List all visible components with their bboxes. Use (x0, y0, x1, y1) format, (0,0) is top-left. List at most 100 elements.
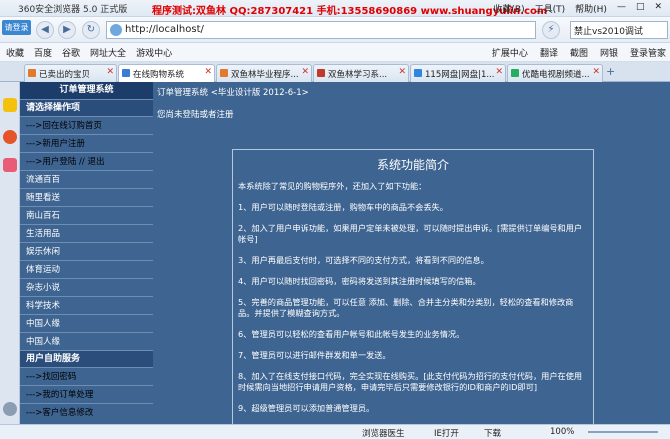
fav-url-directory[interactable]: 网址大全 (90, 46, 126, 59)
fav-baidu[interactable]: 百度 (34, 46, 52, 59)
menu-help[interactable]: 帮助(H) (573, 1, 609, 16)
nav-item-home[interactable]: --->回在线订购首页 (20, 116, 153, 134)
online-banking[interactable]: 网银 (600, 46, 618, 59)
intro-paragraph: 9、超级管理员可以添加普通管理员。 (238, 403, 375, 413)
lightning-icon: ⚡ (547, 24, 555, 35)
nav-category[interactable]: 南山百石 (20, 206, 153, 224)
tab-bar: 已卖出的宝贝 ✕ 在线购物系统 ✕ 双鱼林毕业程序... ✕ 双鱼林学习系... ✕ 1… (0, 62, 670, 83)
nav-section-self-service: 用户自助服务 (20, 350, 153, 367)
extension-center[interactable]: 扩展中心 (492, 46, 528, 59)
gear-icon[interactable] (3, 402, 17, 416)
login-hint: 您尚未登陆或者注册 (157, 110, 234, 120)
nav-header: 订单管理系统 (20, 82, 153, 99)
tab-favicon-icon (317, 69, 325, 77)
search-input[interactable]: 禁止vs2010调试 (570, 21, 668, 39)
intro-paragraph: 7、管理员可以进行邮件群发和单一发送。 (238, 350, 391, 360)
nav-category[interactable]: 杂志小说 (20, 278, 153, 296)
intro-paragraph: 6、管理员可以轻松的查看用户帐号和此帐号发生的业务情况。 (238, 329, 465, 339)
tab-graduation-program[interactable]: 双鱼林毕业程序... ✕ (216, 64, 312, 82)
tab-favicon-icon (220, 69, 228, 77)
tab-favicon-icon (511, 69, 519, 77)
intro-paragraph: 本系统除了常见的购物程序外，还加入了如下功能： (238, 181, 427, 191)
nav-category[interactable]: 中国人缘 (20, 314, 153, 332)
status-bar: 浏览器医生 IE打开 下载 100% (0, 424, 670, 439)
page-breadcrumb: 订单管理系统 <毕业设计版 2012-6-1> (157, 88, 309, 98)
close-tab-icon[interactable]: ✕ (398, 67, 406, 77)
fav-collect[interactable]: 收藏 (6, 46, 24, 59)
zoom-slider[interactable] (588, 431, 658, 433)
nav-category[interactable]: 娱乐休闲 (20, 242, 153, 260)
refresh-icon: ↻ (86, 24, 96, 35)
intro-panel: 系统功能简介 本系统除了常见的购物程序外，还加入了如下功能： 1、用户可以随时登… (232, 149, 594, 424)
menu-tools[interactable]: 工具(T) (533, 1, 568, 16)
tab-favicon-icon (414, 69, 422, 77)
maximize-button[interactable]: □ (634, 1, 647, 16)
translate[interactable]: 翻译 (540, 46, 558, 59)
main-area: 订单管理系统 <毕业设计版 2012-6-1> 您尚未登陆或者注册 系统功能简介… (153, 82, 670, 424)
browser-doctor[interactable]: 浏览器医生 (362, 427, 405, 439)
nav-item-register[interactable]: --->新用户注册 (20, 134, 153, 152)
intro-paragraph: 2、加入了用户申诉功能，如果用户定单未被处理，可以随时提出申诉。[需提供订单编号… (238, 223, 583, 244)
mail-icon[interactable] (3, 158, 17, 172)
nav-category[interactable]: 随里看送 (20, 188, 153, 206)
nav-category[interactable]: 流通百百 (20, 170, 153, 188)
minimize-button[interactable]: — (615, 1, 628, 16)
login-button[interactable]: 请登录 (2, 20, 31, 35)
tab-favicon-icon (28, 69, 36, 77)
fav-google[interactable]: 谷歌 (62, 46, 80, 59)
screenshot[interactable]: 截图 (570, 46, 588, 59)
intro-paragraph: 4、用户可以随时找回密码，密码将发送到其注册时候填写的信箱。 (238, 276, 481, 286)
nav-item-login-logout[interactable]: --->用户登陆 // 退出 (20, 152, 153, 170)
address-url: http://localhost/ (125, 24, 204, 35)
favorites-bar: 收藏 百度 谷歌 网址大全 游戏中心 扩展中心 翻译 截图 网银 登录管家 (0, 43, 670, 62)
nav-item-edit-profile[interactable]: --->客户信息修改 (20, 403, 153, 421)
home-button[interactable]: ⚡ (542, 21, 560, 39)
fav-game-center[interactable]: 游戏中心 (136, 46, 172, 59)
open-in-ie[interactable]: IE打开 (434, 427, 459, 439)
address-bar[interactable]: http://localhost/ (106, 21, 536, 39)
tab-sold-items[interactable]: 已卖出的宝贝 ✕ (24, 64, 117, 82)
intro-paragraph: 8、加入了在线支付接口代码，完全实现在线购买。[此支付代码为招行的支付代码，用户… (238, 371, 583, 392)
menu-bar: 收藏(B) 工具(T) 帮助(H) — □ ✕ (491, 1, 664, 16)
intro-paragraph: 3、用户再最后支付时，可选择不同的支付方式，将看到不同的信息。 (238, 255, 489, 265)
side-toolbar (0, 82, 20, 424)
nav-category[interactable]: 科学技术 (20, 296, 153, 314)
left-navigation: 订单管理系统 请选择操作项 --->回在线订购首页 --->新用户注册 --->… (20, 82, 153, 424)
nav-item-recover-password[interactable]: --->找回密码 (20, 367, 153, 385)
star-icon[interactable] (3, 98, 17, 112)
close-tab-icon[interactable]: ✕ (106, 67, 114, 77)
nav-section-operations: 请选择操作项 (20, 99, 153, 116)
tab-learning-system[interactable]: 双鱼林学习系... ✕ (313, 64, 409, 82)
weibo-icon[interactable] (3, 130, 17, 144)
close-tab-icon[interactable]: ✕ (592, 67, 600, 77)
forward-button[interactable]: ▶ (58, 21, 76, 39)
back-arrow-icon: ◀ (41, 24, 49, 35)
toolbar-right: 扩展中心 翻译 截图 网银 登录管家 (492, 46, 666, 59)
close-tab-icon[interactable]: ✕ (301, 67, 309, 77)
panel-body: 本系统除了常见的购物程序外，还加入了如下功能： 1、用户可以随时登陆或注册，购物… (238, 181, 585, 414)
menu-favorites[interactable]: 收藏(B) (491, 1, 526, 16)
panel-title: 系统功能简介 (376, 158, 449, 172)
title-bar: 360安全浏览器 5.0 正式版 程序测试:双鱼林 QQ:287307421 手… (0, 0, 670, 17)
tab-online-shopping[interactable]: 在线购物系统 ✕ (118, 64, 215, 83)
close-button[interactable]: ✕ (652, 1, 664, 16)
close-tab-icon[interactable]: ✕ (204, 67, 212, 77)
nav-category[interactable]: 中国人缘 (20, 332, 153, 350)
promo-text: 程序测试:双鱼林 QQ:287307421 手机:13558690869 www… (152, 6, 548, 17)
new-tab-button[interactable]: + (606, 65, 615, 78)
download-button[interactable]: 下载 (484, 427, 501, 439)
back-button[interactable]: ◀ (36, 21, 54, 39)
intro-paragraph: 5、完善的商品管理功能，可以任意 添加、删除、合并主分类和分类别，轻松的查看和修… (238, 297, 574, 318)
intro-paragraph: 1、用户可以随时登陆或注册，购物车中的商品不会丢失。 (238, 202, 448, 212)
tab-youku[interactable]: 优酷电视剧频道... ✕ (507, 64, 603, 82)
nav-category[interactable]: 体育运动 (20, 260, 153, 278)
refresh-button[interactable]: ↻ (82, 21, 100, 39)
navigation-bar: ◀ ▶ ↻ http://localhost/ ⚡ 禁止vs2010调试 (0, 17, 670, 43)
tab-115-netdisk[interactable]: 115网盘|网盘|1... ✕ (410, 64, 506, 82)
globe-icon (110, 24, 122, 36)
login-manager[interactable]: 登录管家 (630, 46, 666, 59)
close-tab-icon[interactable]: ✕ (495, 67, 503, 77)
nav-item-my-orders[interactable]: --->我的订单处理 (20, 385, 153, 403)
zoom-level[interactable]: 100% (550, 427, 574, 437)
nav-category[interactable]: 生活用品 (20, 224, 153, 242)
